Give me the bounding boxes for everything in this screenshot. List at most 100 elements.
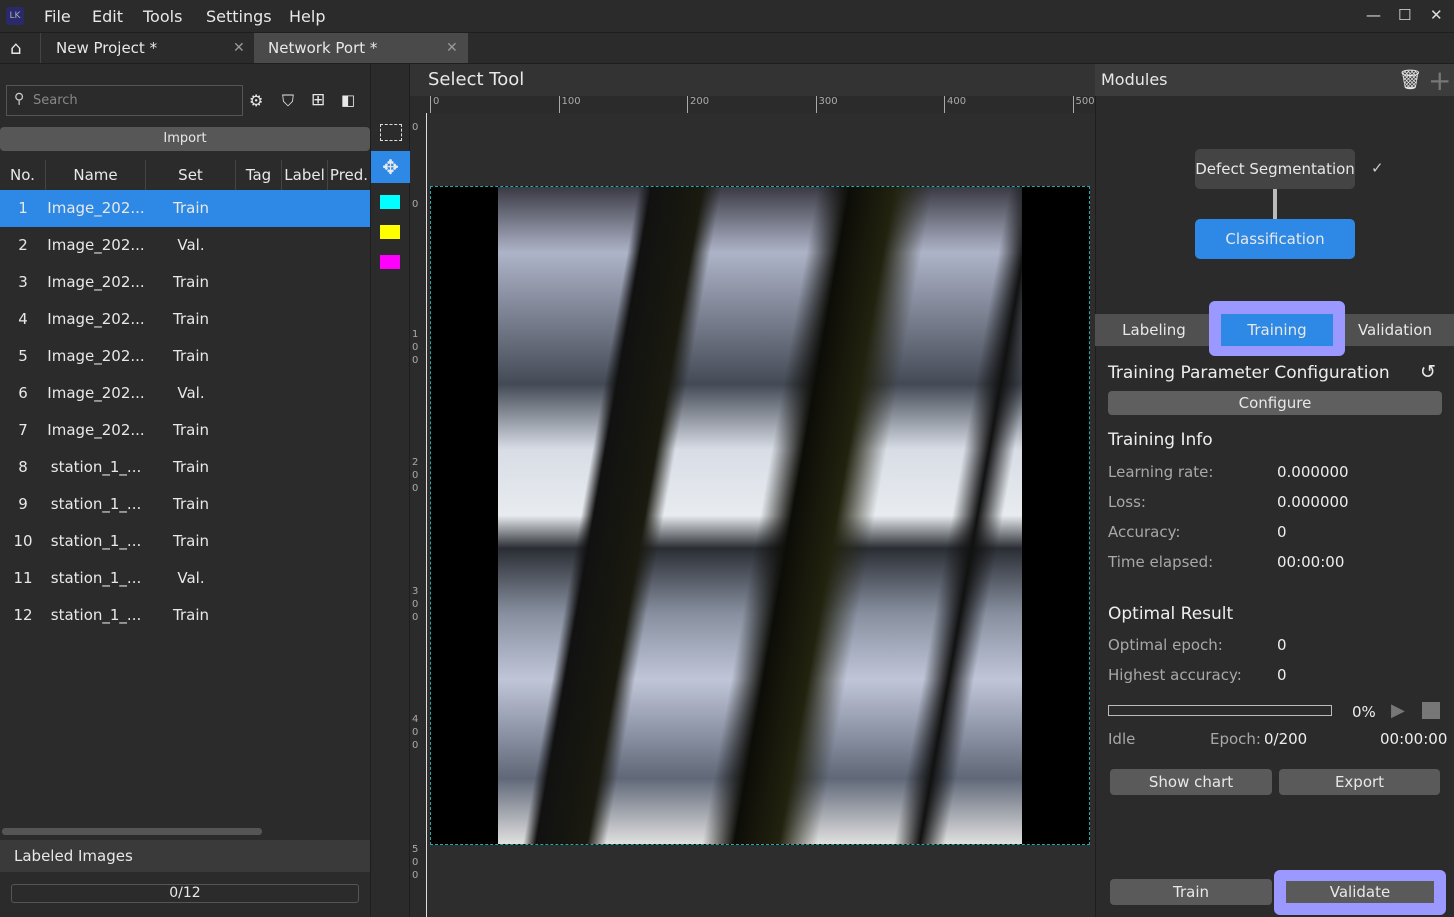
- column-set[interactable]: Set: [146, 160, 236, 190]
- column-no[interactable]: No.: [0, 160, 46, 190]
- row-set: Train: [173, 347, 209, 365]
- table-row[interactable]: 2 Image_202... Val.: [0, 227, 370, 264]
- column-name[interactable]: Name: [46, 160, 146, 190]
- menu-tools[interactable]: Tools: [143, 7, 182, 26]
- validate-button[interactable]: Validate: [1286, 881, 1434, 903]
- color-swatch-magenta[interactable]: [380, 255, 400, 269]
- tab-training[interactable]: Training: [1221, 314, 1333, 346]
- tab-validation[interactable]: Validation: [1345, 314, 1445, 346]
- optimal-result-title: Optimal Result: [1108, 604, 1234, 624]
- row-no: 7: [18, 421, 28, 439]
- close-tab-icon[interactable]: ✕: [233, 33, 245, 63]
- table-row[interactable]: 9 station_1_... Train: [0, 486, 370, 523]
- info-label: Learning rate:: [1108, 463, 1214, 481]
- ruler-tick-label: 0: [412, 199, 419, 210]
- table-row[interactable]: 5 Image_202... Train: [0, 338, 370, 375]
- export-button[interactable]: Export: [1279, 769, 1440, 795]
- ruler-tick-label: 200: [687, 96, 709, 113]
- menu-edit[interactable]: Edit: [92, 7, 123, 26]
- column-pred[interactable]: Pred.: [328, 160, 370, 190]
- minimize-icon[interactable]: —: [1366, 6, 1381, 24]
- table-row[interactable]: 11 station_1_... Val.: [0, 560, 370, 597]
- menu-help[interactable]: Help: [289, 7, 325, 26]
- row-set: Train: [173, 532, 209, 550]
- history-icon[interactable]: ↺: [1420, 361, 1436, 383]
- inspection-image: [498, 187, 1022, 844]
- table-row[interactable]: 7 Image_202... Train: [0, 412, 370, 449]
- row-set: Train: [173, 273, 209, 291]
- table-row[interactable]: 3 Image_202... Train: [0, 264, 370, 301]
- module-defect-segmentation[interactable]: Defect Segmentation: [1195, 149, 1355, 189]
- ruler-tick-label: 300: [815, 96, 838, 113]
- split-view-icon[interactable]: ◧: [341, 91, 355, 109]
- menu-settings[interactable]: Settings: [206, 7, 272, 26]
- stop-icon[interactable]: [1422, 702, 1440, 719]
- trash-icon[interactable]: 🗑: [1398, 68, 1422, 91]
- table-row[interactable]: 12 station_1_... Train: [0, 597, 370, 634]
- row-name: Image_202...: [47, 347, 145, 365]
- tab-label: New Project *: [56, 39, 158, 57]
- tab-labeling[interactable]: Labeling: [1100, 314, 1208, 346]
- row-no: 11: [13, 569, 33, 587]
- grid-view-icon[interactable]: ⊞: [311, 90, 325, 110]
- row-set: Train: [173, 495, 209, 513]
- rect-select-icon[interactable]: [380, 124, 402, 141]
- ruler-tick-label: 400: [412, 714, 419, 751]
- table-row[interactable]: 10 station_1_... Train: [0, 523, 370, 560]
- table-row[interactable]: 6 Image_202... Val.: [0, 375, 370, 412]
- import-button[interactable]: Import: [0, 127, 370, 151]
- home-icon[interactable]: ⌂: [10, 38, 21, 59]
- optimal-label: Optimal epoch:: [1108, 636, 1223, 654]
- ruler-tick-label: 200: [412, 457, 419, 494]
- row-name: Image_202...: [47, 273, 145, 291]
- row-name: Image_202...: [47, 384, 145, 402]
- play-icon[interactable]: ▶: [1391, 700, 1405, 721]
- column-tag[interactable]: Tag: [236, 160, 282, 190]
- tab-network-port[interactable]: Network Port * ✕: [254, 33, 468, 63]
- color-swatch-yellow[interactable]: [380, 225, 400, 239]
- color-swatch-cyan[interactable]: [380, 195, 400, 209]
- image-settings-icon[interactable]: ⚙: [249, 91, 263, 110]
- row-name: station_1_...: [50, 458, 142, 476]
- horizontal-scrollbar[interactable]: [2, 828, 262, 835]
- ruler-tick-label: 300: [412, 586, 419, 623]
- filter-icon[interactable]: ⛉: [282, 91, 294, 111]
- table-row[interactable]: 8 station_1_... Train: [0, 449, 370, 486]
- module-connector: [1273, 189, 1277, 219]
- row-no: 4: [18, 310, 28, 328]
- optimal-value: 0: [1277, 636, 1287, 654]
- row-no: 8: [18, 458, 28, 476]
- tab-new-project[interactable]: New Project * ✕: [40, 33, 253, 63]
- column-label[interactable]: Label: [282, 160, 328, 190]
- ruler-tick-label: 0: [430, 96, 439, 113]
- ruler-tick-label: 0: [412, 122, 419, 133]
- info-value: 0.000000: [1277, 493, 1349, 511]
- add-icon[interactable]: +: [1428, 64, 1451, 97]
- row-set: Val.: [177, 236, 205, 254]
- close-window-icon[interactable]: ✕: [1430, 6, 1443, 24]
- ruler-left: 0 0 100 200 300 400 500: [410, 113, 426, 917]
- app-logo: LK: [6, 7, 24, 25]
- row-set: Train: [173, 458, 209, 476]
- menu-file[interactable]: File: [44, 7, 71, 26]
- close-tab-icon[interactable]: ✕: [446, 33, 458, 63]
- maximize-icon[interactable]: ☐: [1398, 6, 1411, 24]
- ruler-tick-label: 500: [1072, 96, 1095, 113]
- table-row[interactable]: 1 Image_202... Train: [0, 190, 370, 227]
- row-set: Train: [173, 310, 209, 328]
- move-tool-icon[interactable]: ✥: [371, 151, 410, 183]
- module-classification[interactable]: Classification: [1195, 219, 1355, 259]
- row-set: Val.: [177, 569, 205, 587]
- configure-button[interactable]: Configure: [1108, 391, 1442, 415]
- info-label: Time elapsed:: [1108, 553, 1214, 571]
- search-input[interactable]: Search: [6, 85, 243, 116]
- optimal-value: 0: [1277, 666, 1287, 684]
- table-row[interactable]: 4 Image_202... Train: [0, 301, 370, 338]
- train-button[interactable]: Train: [1110, 879, 1272, 905]
- row-set: Train: [173, 199, 209, 217]
- show-chart-button[interactable]: Show chart: [1110, 769, 1272, 795]
- training-status: Idle: [1108, 730, 1136, 748]
- training-progress-bar: [1108, 705, 1332, 716]
- info-label: Loss:: [1108, 493, 1146, 511]
- row-name: Image_202...: [47, 421, 145, 439]
